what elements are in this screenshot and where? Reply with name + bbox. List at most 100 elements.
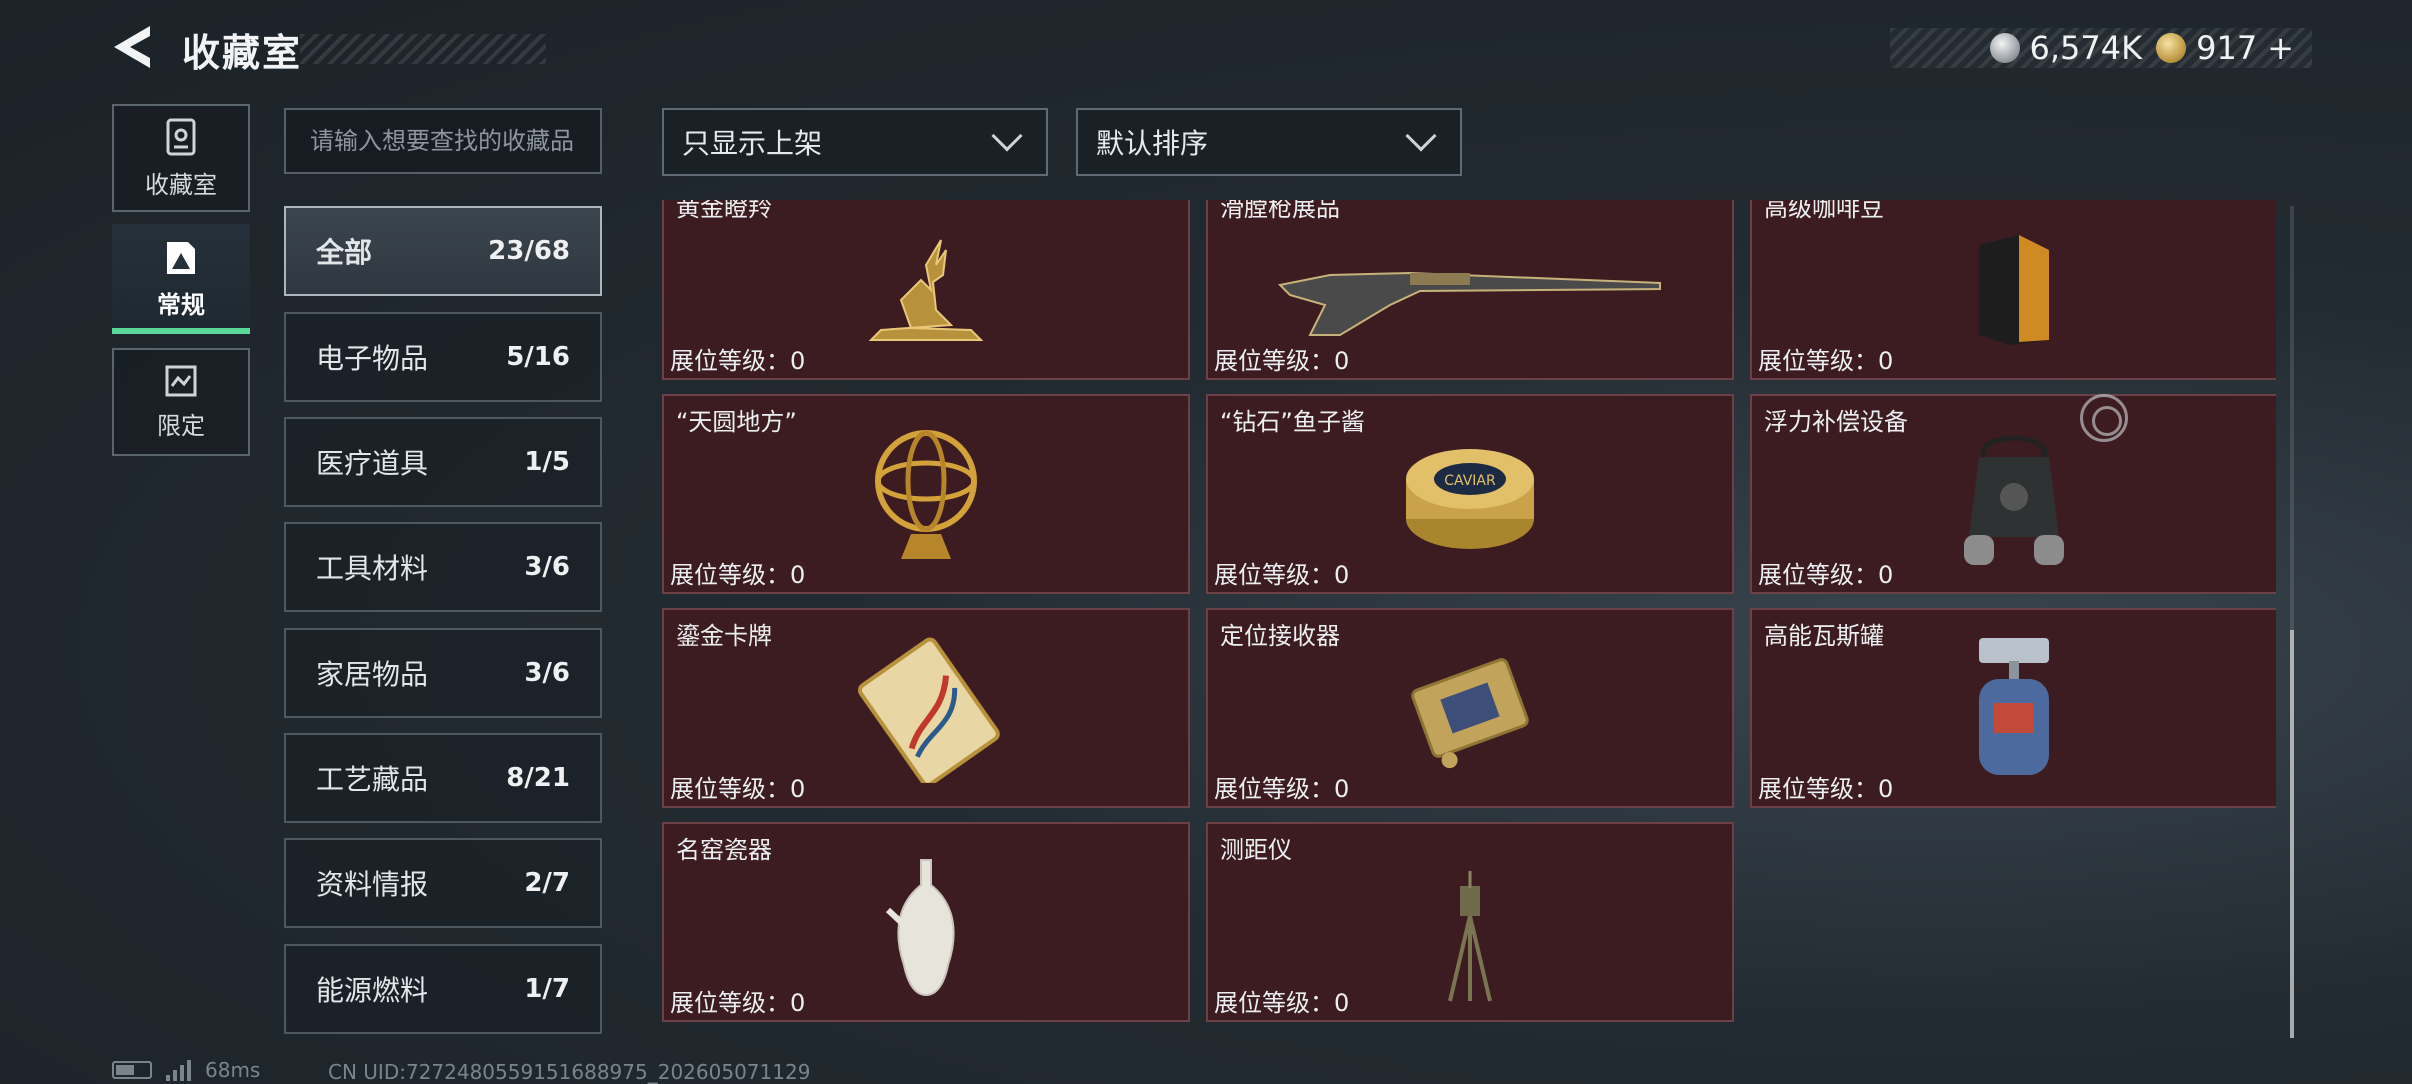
rail-label: 限定 [157, 411, 205, 440]
floating-action-ring[interactable] [2080, 394, 2128, 442]
armillary-sphere-icon [875, 430, 977, 559]
chevron-down-icon [1405, 120, 1437, 152]
booth-level: 展位等级：0 [1214, 989, 1350, 1017]
item-name: 高级咖啡豆 [1764, 200, 1884, 222]
category-count: 1/5 [524, 447, 570, 477]
category-count: 3/6 [524, 658, 570, 688]
rail-tab-regular[interactable]: 常规 [112, 224, 250, 334]
booth-level: 展位等级：0 [1214, 561, 1350, 589]
user-uid: CN UID:7272480559151688975_202605071129 [328, 1060, 811, 1084]
item-name: 黄金瞪羚 [676, 200, 772, 222]
collection-card[interactable]: 鎏金卡牌 展位等级：0 [662, 608, 1190, 808]
category-count: 2/7 [524, 868, 570, 898]
category-count: 1/7 [524, 974, 570, 1004]
coffee-bag-icon [1979, 235, 2049, 345]
category-name: 能源燃料 [316, 974, 429, 1007]
category-name: 医疗道具 [316, 447, 429, 480]
back-arrow-icon[interactable] [110, 22, 158, 72]
item-name: 滑膛枪展品 [1220, 200, 1340, 222]
collection-card[interactable]: 定位接收器 展位等级：0 [1206, 608, 1734, 808]
category-crafts[interactable]: 工艺藏品 8/21 [284, 733, 602, 823]
category-count: 23/68 [488, 236, 570, 266]
sort-value: 默认排序 [1096, 127, 1209, 160]
sort-dropdown[interactable]: 默认排序 [1076, 108, 1462, 176]
rangefinder-icon [1448, 871, 1492, 1002]
musket-icon [1277, 271, 1661, 336]
item-name: 定位接收器 [1220, 622, 1340, 650]
porcelain-vase-icon [886, 859, 955, 997]
category-fuel[interactable]: 能源燃料 1/7 [284, 944, 602, 1034]
item-name: “钻石”鱼子酱 [1220, 408, 1365, 436]
signal-icon [166, 1059, 191, 1081]
category-name: 工具材料 [316, 552, 429, 585]
rail-label: 常规 [157, 290, 205, 319]
caviar-label: CAVIAR [1444, 473, 1496, 489]
rail-tab-collection-room[interactable]: 收藏室 [112, 104, 250, 212]
item-name: 鎏金卡牌 [676, 622, 772, 650]
collection-grid: 黄金瞪羚 展位等级：0 滑膛枪展品 展位等级：0 高级咖啡豆 展位等级：0 “天… [660, 200, 2276, 1040]
category-count: 5/16 [506, 342, 570, 372]
header-bar: 收藏室 6,574K 917 + [0, 0, 2412, 98]
show-filter-dropdown[interactable]: 只显示上架 [662, 108, 1048, 176]
collection-room-icon [166, 118, 196, 155]
ping-value: 68ms [205, 1058, 261, 1082]
battery-icon [112, 1061, 152, 1079]
booth-level: 展位等级：0 [1758, 561, 1894, 589]
silver-currency: 6,574K [1989, 29, 2143, 67]
booth-level: 展位等级：0 [670, 775, 806, 803]
category-all[interactable]: 全部 23/68 [284, 206, 602, 296]
buoyancy-device-icon [1964, 435, 2064, 565]
chevron-down-icon [991, 120, 1023, 152]
gazelle-statue-icon [868, 239, 984, 341]
show-filter-value: 只显示上架 [682, 127, 823, 160]
currency-bar: 6,574K 917 + [1890, 28, 2312, 68]
collection-card[interactable]: 高级咖啡豆 展位等级：0 [1750, 200, 2276, 380]
category-name: 电子物品 [316, 342, 429, 375]
collection-card[interactable]: “天圆地方” 展位等级：0 [662, 394, 1190, 594]
collection-card[interactable]: 浮力补偿设备 展位等级：0 [1750, 394, 2276, 594]
gold-currency[interactable]: 917 + [2156, 29, 2294, 67]
collection-card[interactable]: 高能瓦斯罐 展位等级：0 [1750, 608, 2276, 808]
rail-label: 收藏室 [145, 170, 217, 199]
item-name: 测距仪 [1220, 836, 1292, 864]
booth-level: 展位等级：0 [670, 989, 806, 1017]
collection-card[interactable]: 滑膛枪展品 展位等级：0 [1206, 200, 1734, 380]
gold-coin-icon [2156, 33, 2187, 63]
category-medical[interactable]: 医疗道具 1/5 [284, 417, 602, 507]
booth-level: 展位等级：0 [670, 561, 806, 589]
silver-coin-icon [1989, 33, 2020, 63]
regular-icon [167, 241, 195, 274]
status-bar: 68ms [112, 1058, 260, 1082]
item-name: 名窑瓷器 [676, 836, 772, 864]
search-input[interactable] [310, 127, 600, 155]
rail-tab-limited[interactable]: 限定 [112, 348, 250, 456]
category-name: 家居物品 [316, 658, 429, 691]
collection-card[interactable]: 名窑瓷器 展位等级：0 [662, 822, 1190, 1022]
item-name: 高能瓦斯罐 [1764, 622, 1884, 650]
category-intel[interactable]: 资料情报 2/7 [284, 838, 602, 928]
item-name: 浮力补偿设备 [1764, 408, 1908, 436]
item-name: “天圆地方” [676, 408, 797, 436]
silver-amount: 6,574K [2029, 29, 2143, 67]
gilded-card-icon [857, 637, 1000, 783]
collection-card[interactable]: “钻石”鱼子酱 CAVIAR 展位等级：0 [1206, 394, 1734, 594]
title-decoration [300, 34, 546, 64]
category-count: 8/21 [506, 763, 570, 793]
category-household[interactable]: 家居物品 3/6 [284, 628, 602, 718]
collection-card[interactable]: 黄金瞪羚 展位等级：0 [662, 200, 1190, 380]
collection-card[interactable]: 测距仪 展位等级：0 [1206, 822, 1734, 1022]
category-count: 3/6 [524, 552, 570, 582]
search-box[interactable] [284, 108, 602, 174]
limited-icon [165, 365, 197, 396]
add-currency-button[interactable]: + [2267, 29, 2294, 67]
category-electronics[interactable]: 电子物品 5/16 [284, 312, 602, 402]
gas-canister-icon [1979, 638, 2049, 775]
booth-level: 展位等级：0 [1214, 347, 1350, 375]
booth-level: 展位等级：0 [1758, 347, 1894, 375]
booth-level: 展位等级：0 [1214, 775, 1350, 803]
category-name: 工艺藏品 [316, 763, 429, 796]
category-tools[interactable]: 工具材料 3/6 [284, 522, 602, 612]
category-name: 资料情报 [316, 868, 429, 901]
category-name: 全部 [316, 236, 373, 269]
scrollbar-thumb[interactable] [2290, 630, 2294, 1038]
